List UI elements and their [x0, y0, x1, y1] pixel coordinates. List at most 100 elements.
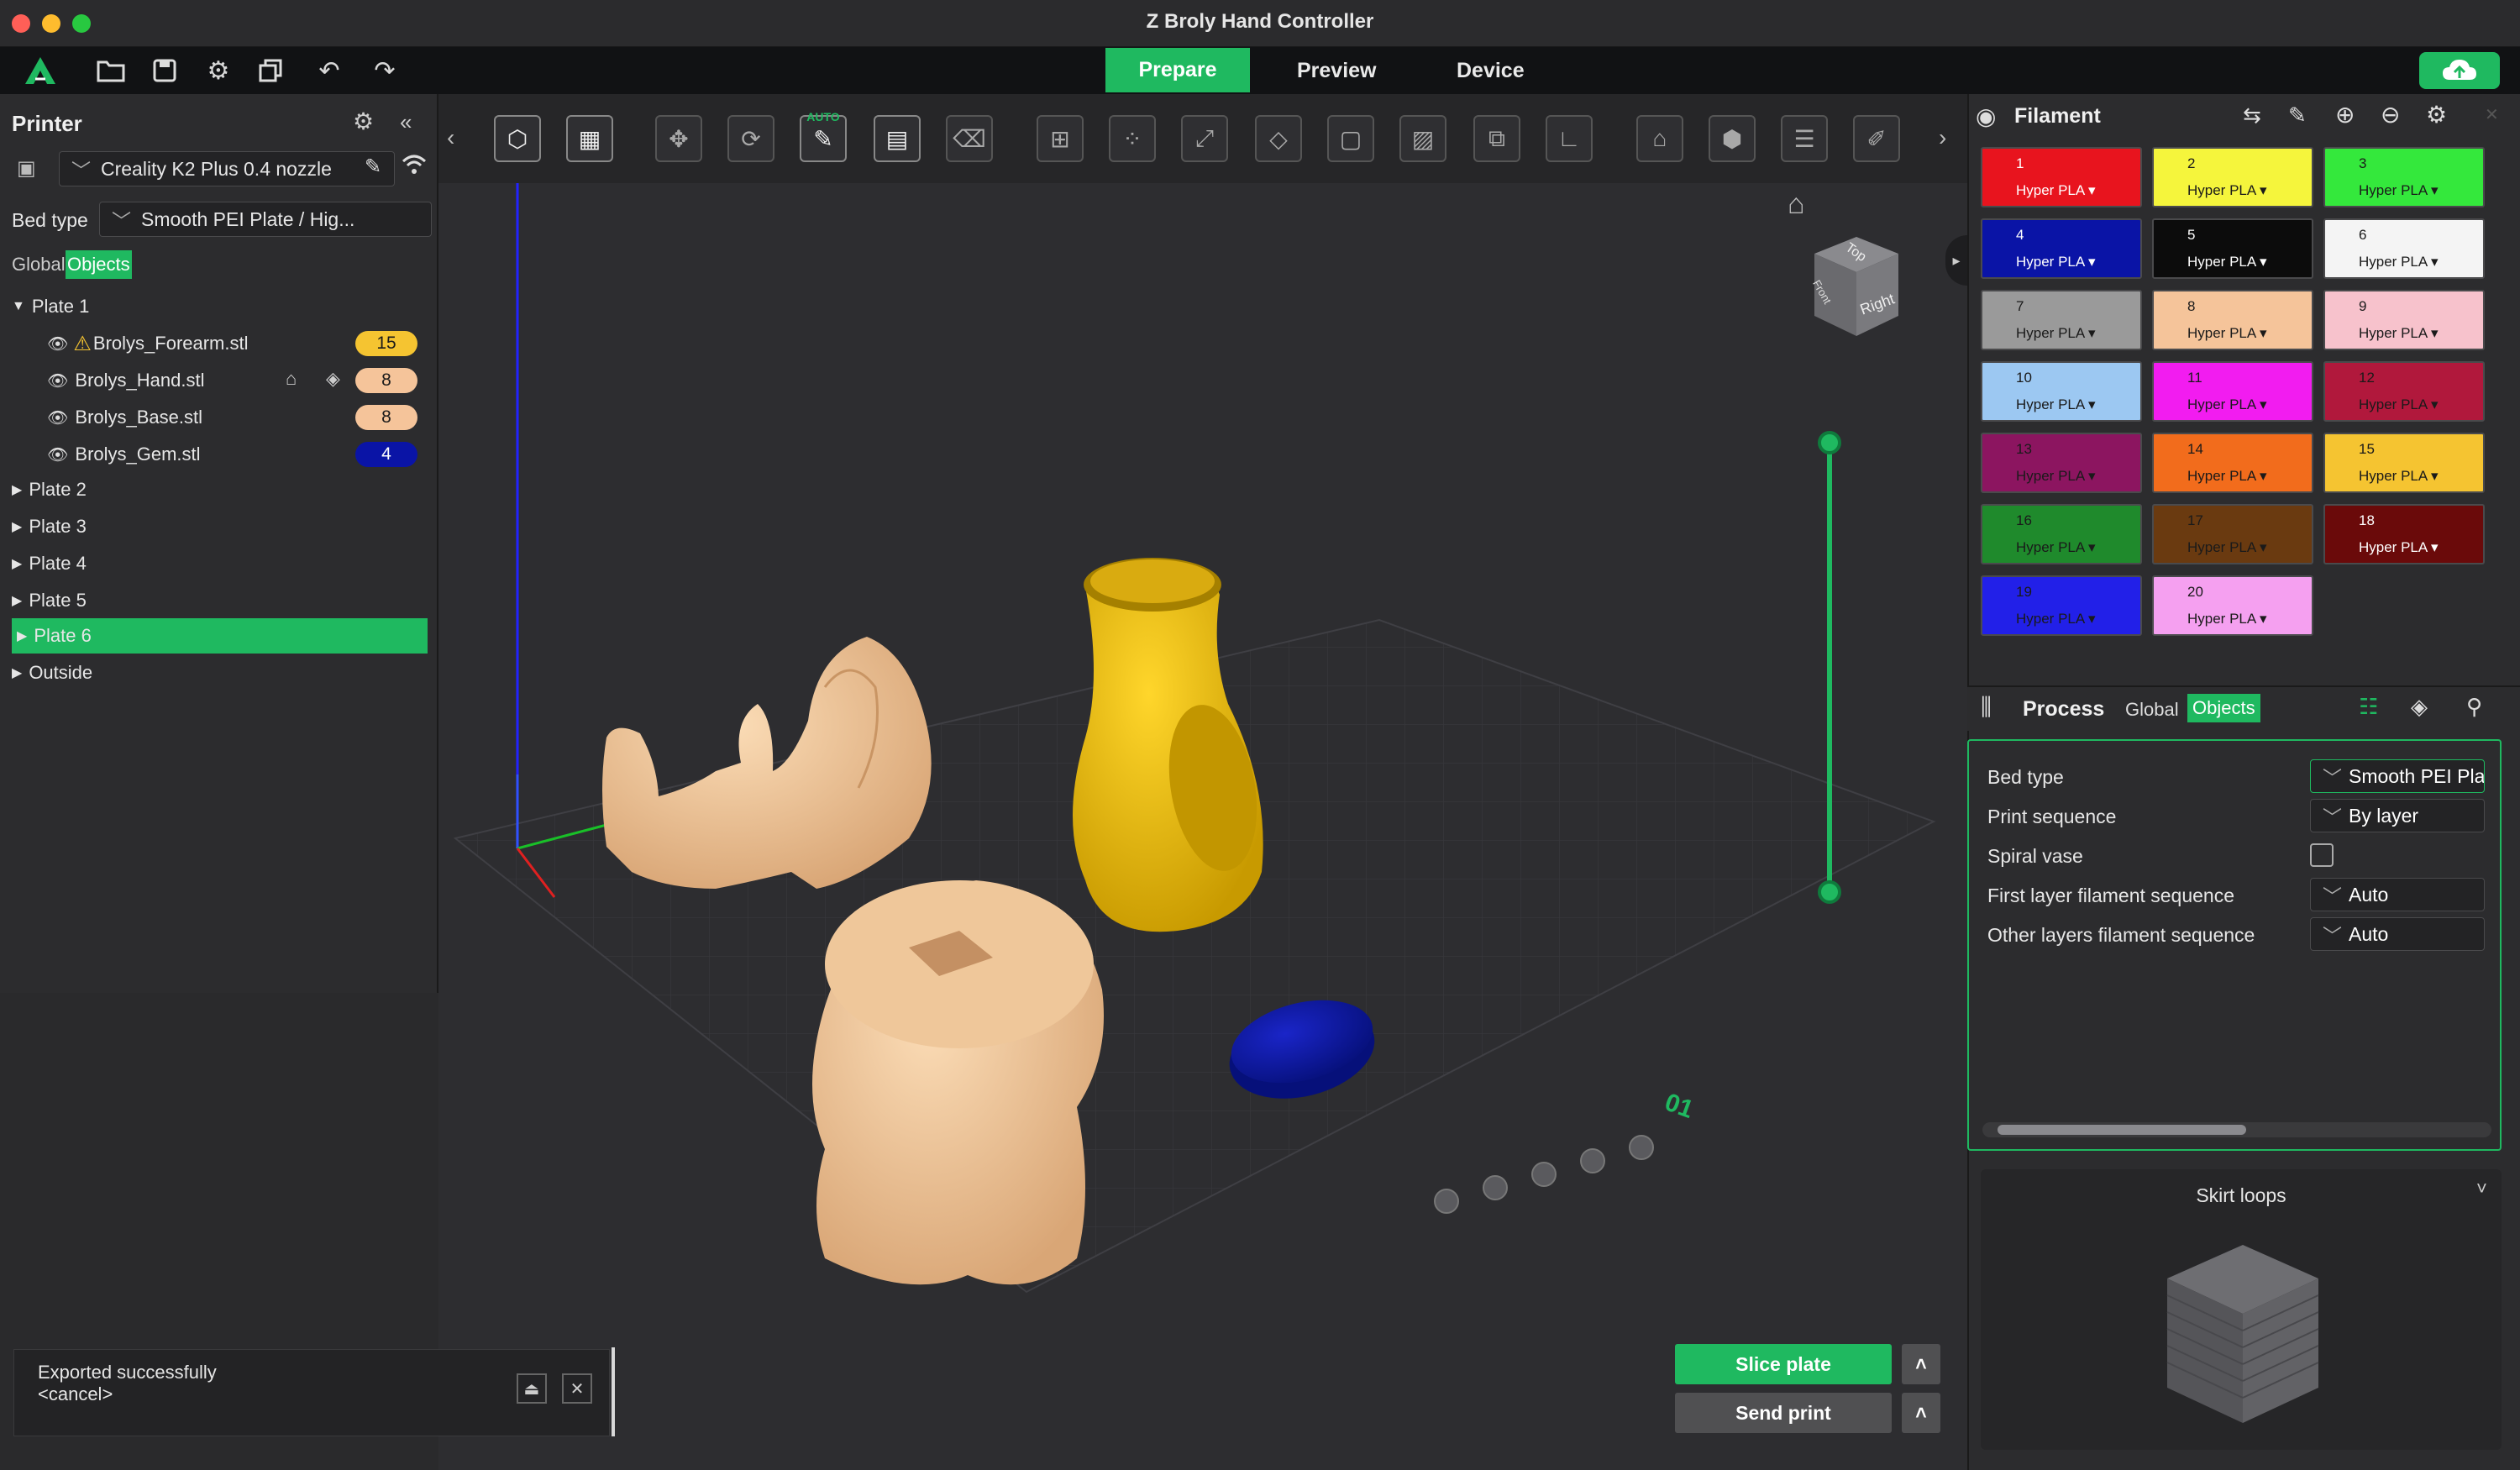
filament-slot-4[interactable]: 4 Hyper PLA ▾ — [1981, 218, 2142, 279]
visibility-eye-icon[interactable]: 👁 — [47, 370, 68, 391]
process-list-icon[interactable]: ☷ — [2359, 694, 2378, 720]
filament-slot-14[interactable]: 14 Hyper PLA ▾ — [2152, 433, 2313, 493]
layer-slider-top-handle[interactable] — [1818, 431, 1841, 454]
slice-plate-button[interactable]: Slice plate — [1675, 1344, 1892, 1384]
filament-type[interactable]: Hyper PLA ▾ — [2016, 325, 2096, 342]
add-object-icon[interactable]: ⬡ — [494, 115, 541, 162]
object-row-hand[interactable]: 👁 Brolys_Hand.stl ⌂ ◈ 8 — [12, 363, 428, 398]
collapse-panel-icon[interactable]: « — [400, 109, 412, 135]
base-model[interactable] — [812, 880, 1104, 1285]
filament-slot-18[interactable]: 18 Hyper PLA ▾ — [2323, 504, 2485, 564]
first-layer-sequence-select[interactable]: ﹀ Auto — [2310, 878, 2485, 911]
visibility-eye-icon[interactable]: 👁 — [47, 407, 68, 428]
auto-orient-icon[interactable]: AUTO ✎ — [800, 110, 847, 162]
filament-type[interactable]: Hyper PLA ▾ — [2187, 396, 2267, 413]
filament-type[interactable]: Hyper PLA ▾ — [2359, 325, 2439, 342]
process-tab-objects[interactable]: Objects — [2187, 694, 2260, 722]
filament-slot-17[interactable]: 17 Hyper PLA ▾ — [2152, 504, 2313, 564]
tree-plate-6[interactable]: ▶ Plate 6 — [12, 618, 428, 654]
split-parts-icon[interactable]: ⁘ — [1109, 115, 1156, 162]
spiral-vase-checkbox[interactable] — [2310, 843, 2334, 867]
hand-model[interactable] — [602, 637, 932, 889]
filament-type[interactable]: Hyper PLA ▾ — [2016, 539, 2096, 556]
process-bed-type-select[interactable]: ﹀ Smooth PEI Pla... — [2310, 759, 2485, 793]
wifi-icon[interactable] — [402, 153, 427, 182]
seam-painting-icon[interactable]: ⬢ — [1709, 115, 1756, 162]
filament-type[interactable]: Hyper PLA ▾ — [2359, 468, 2439, 485]
cut-icon[interactable]: ▨ — [1399, 115, 1446, 162]
object-row-gem[interactable]: 👁 Brolys_Gem.stl 4 — [12, 437, 428, 472]
other-layers-sequence-select[interactable]: ﹀ Auto — [2310, 917, 2485, 951]
print-sequence-select[interactable]: ﹀ By layer — [2310, 799, 2485, 832]
color-painting-icon[interactable]: ✐ — [1853, 115, 1900, 162]
redo-icon[interactable]: ↷ — [368, 54, 402, 87]
filament-type[interactable]: Hyper PLA ▾ — [2187, 539, 2267, 556]
filament-type[interactable]: Hyper PLA ▾ — [2016, 396, 2096, 413]
send-print-button[interactable]: Send print — [1675, 1393, 1892, 1433]
arrange-icon[interactable]: ▤ — [874, 115, 921, 162]
filament-type[interactable]: Hyper PLA ▾ — [2016, 182, 2096, 199]
tab-objects[interactable]: Objects — [66, 250, 132, 279]
filament-slot-13[interactable]: 13 Hyper PLA ▾ — [1981, 433, 2142, 493]
filament-slot-1[interactable]: 1 Hyper PLA ▾ — [1981, 147, 2142, 207]
edit-printer-icon[interactable]: ✎ — [365, 155, 381, 179]
toolbar-scroll-right-icon[interactable]: › — [1939, 124, 1946, 151]
filament-type[interactable]: Hyper PLA ▾ — [2187, 468, 2267, 485]
rotate-icon[interactable]: ⟳ — [727, 115, 774, 162]
tree-plate-2[interactable]: ▶ Plate 2 — [12, 472, 428, 507]
tree-plate-5[interactable]: ▶ Plate 5 — [12, 583, 428, 618]
support-paint-icon[interactable]: ⌂ — [286, 368, 297, 390]
filament-badge[interactable]: 8 — [355, 368, 417, 393]
printer-settings-gear-icon[interactable]: ⚙ — [353, 108, 374, 135]
filament-type[interactable]: Hyper PLA ▾ — [2187, 254, 2267, 270]
filament-slot-9[interactable]: 9 Hyper PLA ▾ — [2323, 290, 2485, 350]
scale-icon[interactable]: ⤢ — [1181, 115, 1228, 162]
filament-settings-gear-icon[interactable]: ⚙ — [2426, 101, 2447, 129]
horizontal-scrollbar[interactable] — [1982, 1122, 2491, 1137]
filament-type[interactable]: Hyper PLA ▾ — [2359, 254, 2439, 270]
measure-icon[interactable]: ∟ — [1546, 115, 1593, 162]
process-tune-icon[interactable]: ⚲ — [2466, 694, 2482, 720]
filament-slot-6[interactable]: 6 Hyper PLA ▾ — [2323, 218, 2485, 279]
undo-icon[interactable]: ↶ — [312, 54, 346, 87]
process-compare-icon[interactable]: ◈ — [2411, 694, 2428, 720]
save-icon[interactable] — [148, 54, 181, 87]
boolean-icon[interactable]: ⧉ — [1473, 115, 1520, 162]
tab-preview[interactable]: Preview — [1268, 47, 1405, 94]
hollow-icon[interactable]: ▢ — [1327, 115, 1374, 162]
filament-slot-8[interactable]: 8 Hyper PLA ▾ — [2152, 290, 2313, 350]
filament-type[interactable]: Hyper PLA ▾ — [2359, 396, 2439, 413]
send-options-chevron-icon[interactable]: ˄ — [1902, 1393, 1940, 1433]
process-tab-global[interactable]: Global — [2125, 699, 2179, 721]
filament-type[interactable]: Hyper PLA ▾ — [2187, 325, 2267, 342]
layer-icon[interactable]: ◇ — [1255, 115, 1302, 162]
orient-icon[interactable]: ✥ — [655, 115, 702, 162]
tab-prepare[interactable]: Prepare — [1105, 48, 1250, 92]
object-row-forearm[interactable]: 👁 ⚠ Brolys_Forearm.stl 15 — [12, 326, 428, 361]
support-painting-icon[interactable]: ⌂ — [1636, 115, 1683, 162]
cloud-upload-button[interactable] — [2419, 52, 2500, 89]
notification-cancel-link[interactable]: <cancel> — [38, 1383, 113, 1405]
object-row-base[interactable]: 👁 Brolys_Base.stl 8 — [12, 400, 428, 435]
filament-slot-5[interactable]: 5 Hyper PLA ▾ — [2152, 218, 2313, 279]
collapse-chevron-icon[interactable]: ˅ — [2476, 1178, 2487, 1200]
filament-slot-12[interactable]: 12 Hyper PLA ▾ — [2323, 361, 2485, 422]
open-folder-icon[interactable] — [94, 54, 128, 87]
filament-slot-16[interactable]: 16 Hyper PLA ▾ — [1981, 504, 2142, 564]
tab-device[interactable]: Device — [1428, 47, 1553, 94]
filament-slot-19[interactable]: 19 Hyper PLA ▾ — [1981, 575, 2142, 636]
tab-global[interactable]: Global — [12, 250, 66, 279]
filament-type[interactable]: Hyper PLA ▾ — [2359, 539, 2439, 556]
visibility-eye-icon[interactable]: 👁 — [47, 444, 68, 465]
tree-plate-1[interactable]: ▼ Plate 1 — [12, 289, 428, 324]
close-icon[interactable]: ✕ — [562, 1373, 592, 1404]
add-plate-icon[interactable]: ▦ — [566, 115, 613, 162]
home-view-icon[interactable]: ⌂ — [1788, 188, 1805, 221]
eject-icon[interactable]: ⏏ — [517, 1373, 547, 1404]
filament-badge[interactable]: 4 — [355, 442, 417, 467]
tree-plate-4[interactable]: ▶ Plate 4 — [12, 546, 428, 581]
bed-type-select[interactable]: ﹀ Smooth PEI Plate / Hig... — [99, 202, 432, 237]
filament-slot-7[interactable]: 7 Hyper PLA ▾ — [1981, 290, 2142, 350]
filament-badge[interactable]: 8 — [355, 405, 417, 430]
filament-type[interactable]: Hyper PLA ▾ — [2187, 611, 2267, 627]
